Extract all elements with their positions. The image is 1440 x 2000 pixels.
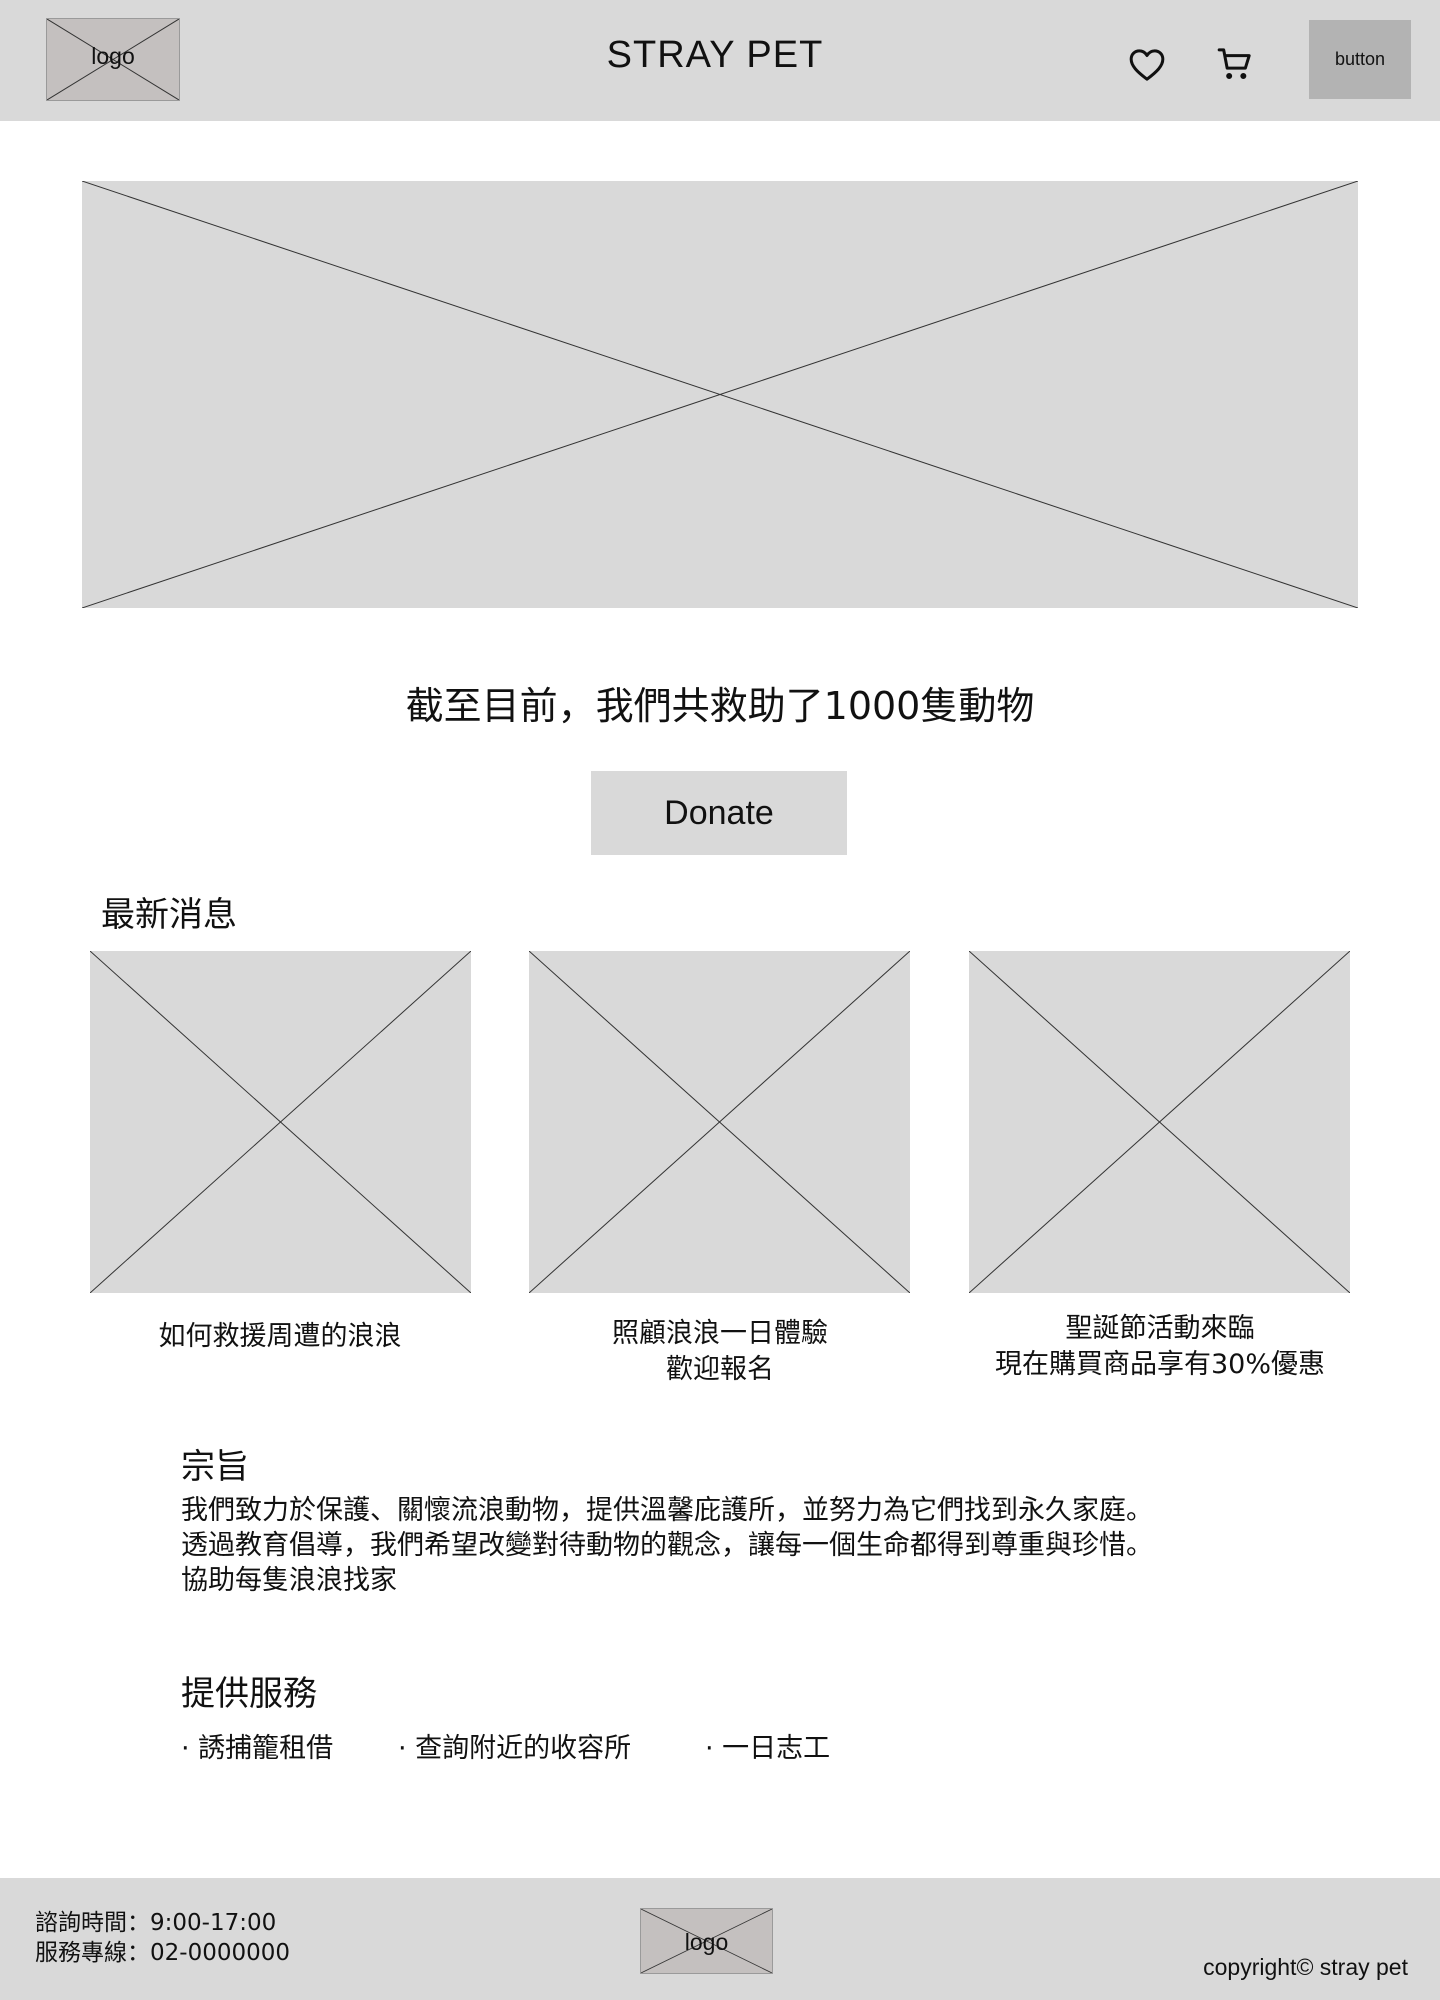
heart-icon — [1129, 49, 1165, 81]
logo-label: logo — [684, 1929, 729, 1955]
hero-image — [82, 181, 1358, 608]
footer-contact: 諮詢時間：9:00-17:00 服務專線：02-0000000 — [35, 1908, 290, 1968]
mission-line: 我們致力於保護、關懷流浪動物，提供溫馨庇護所，並努力為它們找到永久家庭。 — [181, 1495, 1153, 1526]
footer-hours: 諮詢時間：9:00-17:00 — [35, 1910, 277, 1936]
news-caption-line: 照顧浪浪一日體驗 — [612, 1318, 828, 1349]
site-header: logo STRAY PET button — [0, 0, 1440, 121]
services-heading: 提供服務 — [181, 1674, 317, 1714]
donate-button[interactable]: Donate — [591, 771, 847, 855]
news-caption-line: 聖誕節活動來臨 — [1065, 1313, 1255, 1344]
image-placeholder-icon — [90, 951, 471, 1293]
favorites-button[interactable] — [1123, 41, 1171, 89]
cart-icon — [1217, 48, 1251, 80]
service-item-trap-rental[interactable]: · 誘捕籠租借 — [181, 1726, 333, 1765]
rescue-count-text: 截至目前，我們共救助了1000隻動物 — [405, 684, 1035, 728]
news-caption-line: 歡迎報名 — [666, 1354, 774, 1385]
copyright-text: copyright© stray pet — [1203, 1954, 1408, 1980]
news-image-2[interactable] — [529, 951, 910, 1293]
service-item-shelter-search[interactable]: · 查詢附近的收容所 — [398, 1726, 631, 1765]
news-caption-line: 如何救援周遭的浪浪 — [158, 1321, 402, 1352]
news-caption-2[interactable]: 照顧浪浪一日體驗 歡迎報名 — [500, 1316, 940, 1388]
image-placeholder-icon — [82, 181, 1358, 608]
news-heading: 最新消息 — [101, 895, 237, 935]
image-placeholder-icon — [529, 951, 910, 1293]
header-action-button[interactable]: button — [1309, 20, 1411, 99]
image-placeholder-icon — [969, 951, 1350, 1293]
footer-logo[interactable]: logo — [640, 1908, 773, 1974]
news-caption-1[interactable]: 如何救援周遭的浪浪 — [60, 1319, 500, 1355]
mission-body: 我們致力於保護、關懷流浪動物，提供溫馨庇護所，並努力為它們找到永久家庭。 透過教… — [181, 1493, 1153, 1598]
service-item-volunteer[interactable]: · 一日志工 — [705, 1726, 830, 1765]
mission-line: 協助每隻浪浪找家 — [181, 1565, 397, 1596]
site-footer: 諮詢時間：9:00-17:00 服務專線：02-0000000 logo cop… — [0, 1878, 1440, 2000]
news-caption-3[interactable]: 聖誕節活動來臨 現在購買商品享有30%優惠 — [940, 1311, 1380, 1383]
news-image-3[interactable] — [969, 951, 1350, 1293]
news-caption-line: 現在購買商品享有30%優惠 — [994, 1349, 1325, 1380]
news-image-1[interactable] — [90, 951, 471, 1293]
footer-phone: 服務專線：02-0000000 — [35, 1940, 290, 1966]
mission-heading: 宗旨 — [181, 1447, 249, 1487]
cart-button[interactable] — [1211, 40, 1259, 88]
mission-line: 透過教育倡導，我們希望改變對待動物的觀念，讓每一個生命都得到尊重與珍惜。 — [181, 1530, 1153, 1561]
